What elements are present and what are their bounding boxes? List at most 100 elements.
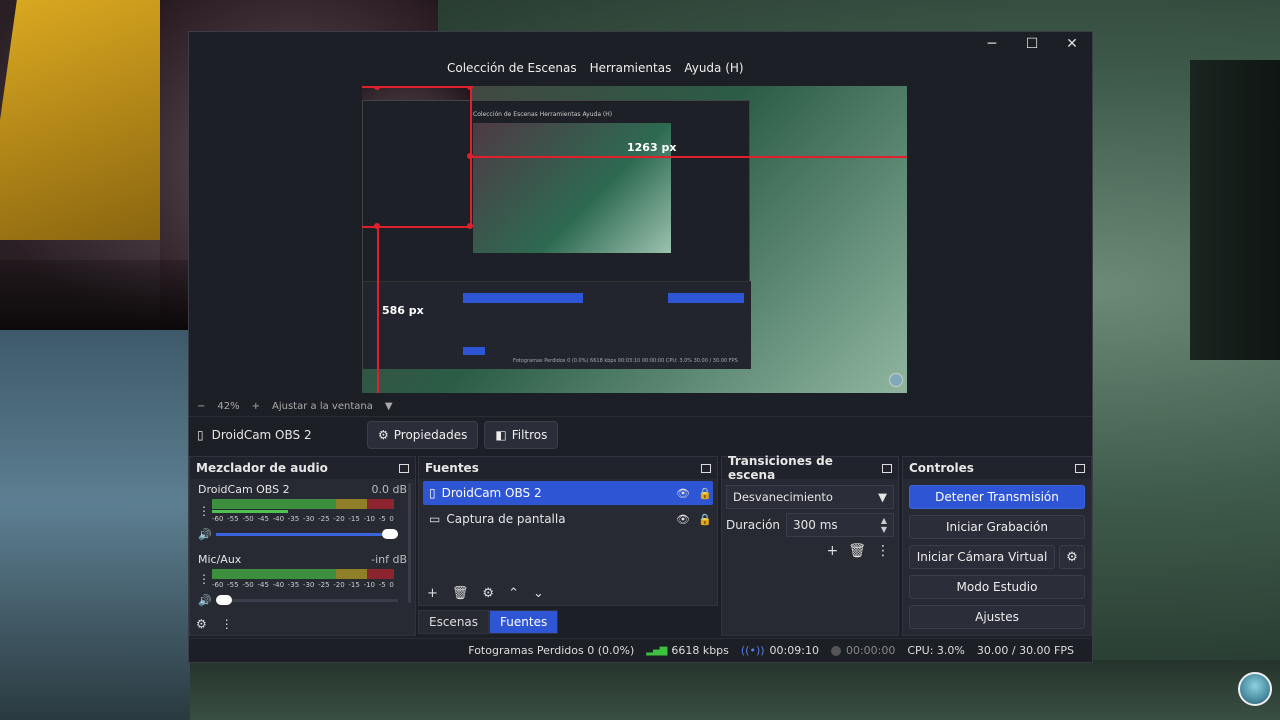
source-name: DroidCam OBS 2: [441, 486, 542, 500]
zoom-in-button[interactable]: +: [252, 401, 260, 412]
duration-input[interactable]: 300 ms ▲ ▼: [786, 513, 894, 537]
sources-dock: Fuentes ▯ DroidCam OBS 2 👁 🔒 ▭ Captura d…: [418, 456, 718, 606]
bitrate-value: 6618 kbps: [671, 644, 729, 657]
minimize-button[interactable]: ─: [972, 32, 1012, 56]
record-icon: [830, 645, 841, 656]
speaker-icon[interactable]: 🔊: [198, 594, 212, 607]
cpu-usage: CPU: 3.0%: [907, 644, 965, 657]
preview-canvas[interactable]: Colección de Escenas Herramientas Ayuda …: [362, 86, 907, 393]
add-icon[interactable]: +: [826, 543, 838, 559]
signal-icon: ▂▄▆: [646, 645, 667, 656]
channel-menu-icon[interactable]: ⋮: [198, 573, 210, 585]
filters-label: Filtros: [511, 427, 548, 442]
transition-selected: Desvanecimiento: [733, 490, 833, 504]
channel-name: DroidCam OBS 2: [198, 483, 290, 496]
channel-menu-icon[interactable]: ⋮: [198, 505, 210, 517]
menu-scene-collection[interactable]: Colección de Escenas: [447, 61, 577, 75]
add-icon[interactable]: +: [427, 586, 438, 601]
transition-select[interactable]: Desvanecimiento ▼: [726, 485, 894, 509]
current-source-name: DroidCam OBS 2: [211, 427, 312, 442]
fit-window-label[interactable]: Ajustar a la ventana: [272, 401, 373, 412]
move-down-icon[interactable]: ⌄: [533, 586, 544, 601]
filter-icon: ◧: [495, 427, 507, 442]
trash-icon[interactable]: 🗑: [848, 543, 866, 559]
trash-icon[interactable]: 🗑: [452, 586, 469, 601]
duration-value: 300 ms: [793, 518, 838, 532]
record-time: 00:00:00: [830, 644, 895, 657]
maximize-button[interactable]: ☐: [1012, 32, 1052, 56]
channel-avatar-icon: [1238, 672, 1272, 706]
gear-icon[interactable]: ⚙: [482, 586, 494, 601]
speaker-icon[interactable]: 🔊: [198, 528, 212, 541]
lock-icon[interactable]: 🔒: [697, 513, 713, 526]
zoom-bar: − 42% + Ajustar a la ventana ▼: [189, 396, 1092, 416]
zoom-dropdown-icon[interactable]: ▼: [385, 401, 393, 412]
undock-icon[interactable]: [882, 463, 892, 473]
undock-icon[interactable]: [399, 463, 409, 473]
train-floor: [190, 660, 1280, 720]
audio-mixer-title: Mezclador de audio: [196, 461, 328, 475]
stepper-icon[interactable]: ▲ ▼: [881, 516, 887, 534]
stop-stream-button[interactable]: Detener Transmisión: [909, 485, 1085, 509]
tab-scenes[interactable]: Escenas: [418, 610, 490, 634]
source-item[interactable]: ▯ DroidCam OBS 2 👁 🔒: [423, 481, 713, 505]
source-toolbar: ▯ DroidCam OBS 2 ⚙ Propiedades ◧ Filtros: [189, 416, 1092, 452]
advanced-audio-icon[interactable]: ⚙: [196, 617, 207, 631]
controls-header: Controles: [903, 457, 1091, 479]
sources-title: Fuentes: [425, 461, 479, 475]
volume-slider[interactable]: [216, 529, 398, 539]
volume-meter: -60 -55 -50 -45 -40 -35 -30 -25 -20 -15 -10 -5 0: [212, 499, 394, 523]
undock-icon[interactable]: [1075, 463, 1085, 473]
measure-line-v2: [377, 226, 379, 393]
handle-dot[interactable]: [467, 153, 473, 159]
zoom-level: 42%: [217, 400, 240, 412]
duration-label: Duración: [726, 518, 781, 532]
volume-meter: -60 -55 -50 -45 -40 -35 -30 -25 -20 -15 -10 -5 0: [212, 569, 394, 589]
preview-area: Colección de Escenas Herramientas Ayuda …: [189, 82, 1092, 402]
current-source: ▯ DroidCam OBS 2: [197, 428, 367, 442]
menu-bar: Colección de Escenas Herramientas Ayuda …: [439, 56, 1092, 80]
filters-button[interactable]: ◧ Filtros: [484, 420, 559, 449]
move-up-icon[interactable]: ⌃: [508, 586, 519, 601]
nested-selected-source: [463, 293, 583, 303]
gear-icon: ⚙: [378, 427, 389, 442]
controls-title: Controles: [909, 461, 974, 475]
controls-dock: Controles Detener Transmisión Iniciar Gr…: [902, 456, 1092, 636]
passenger-legs: [0, 330, 190, 720]
settings-button[interactable]: Ajustes: [909, 605, 1085, 629]
handle-dot[interactable]: [374, 223, 380, 229]
source-item[interactable]: ▭ Captura de pantalla 👁 🔒: [423, 507, 713, 531]
nested-obs-window: Colección de Escenas Herramientas Ayuda …: [362, 100, 751, 369]
title-bar: ─ ☐ ✕: [439, 32, 1092, 56]
handle-dot[interactable]: [467, 223, 473, 229]
menu-help[interactable]: Ayuda (H): [684, 61, 743, 75]
stream-time-value: 00:09:10: [769, 644, 819, 657]
virtual-camera-button[interactable]: Iniciar Cámara Virtual: [909, 545, 1055, 569]
start-recording-button[interactable]: Iniciar Grabación: [909, 515, 1085, 539]
lock-icon[interactable]: 🔒: [697, 487, 713, 500]
volume-slider[interactable]: [216, 595, 398, 605]
mixer-footer: ⚙ ⋮: [196, 617, 233, 631]
tab-sources[interactable]: Fuentes: [489, 610, 559, 634]
menu-tools[interactable]: Herramientas: [590, 61, 672, 75]
eye-icon[interactable]: 👁: [675, 487, 691, 500]
status-bar: Fotogramas Perdidos 0 (0.0%) ▂▄▆ 6618 kb…: [189, 638, 1092, 662]
audio-channel: DroidCam OBS 2 0.0 dB ⋮ -60 -55 -50 -45 …: [190, 479, 415, 541]
channel-name: Mic/Aux: [198, 553, 242, 566]
mixer-scrollbar[interactable]: [408, 483, 411, 603]
gear-icon[interactable]: ⚙: [1059, 545, 1085, 569]
close-button[interactable]: ✕: [1052, 32, 1092, 56]
nested-stop-button: [668, 293, 744, 303]
undock-icon[interactable]: [701, 463, 711, 473]
file-icon: ▯: [197, 427, 204, 442]
train-window: [1190, 60, 1280, 360]
handle-dot[interactable]: [467, 86, 473, 90]
properties-label: Propiedades: [393, 427, 468, 442]
mixer-menu-icon[interactable]: ⋮: [221, 617, 233, 631]
eye-icon[interactable]: 👁: [675, 513, 691, 526]
menu-icon[interactable]: ⋮: [876, 543, 890, 559]
measure-label-v: 586 px: [382, 304, 424, 317]
zoom-out-button[interactable]: −: [197, 401, 205, 412]
studio-mode-button[interactable]: Modo Estudio: [909, 575, 1085, 599]
properties-button[interactable]: ⚙ Propiedades: [367, 420, 479, 449]
